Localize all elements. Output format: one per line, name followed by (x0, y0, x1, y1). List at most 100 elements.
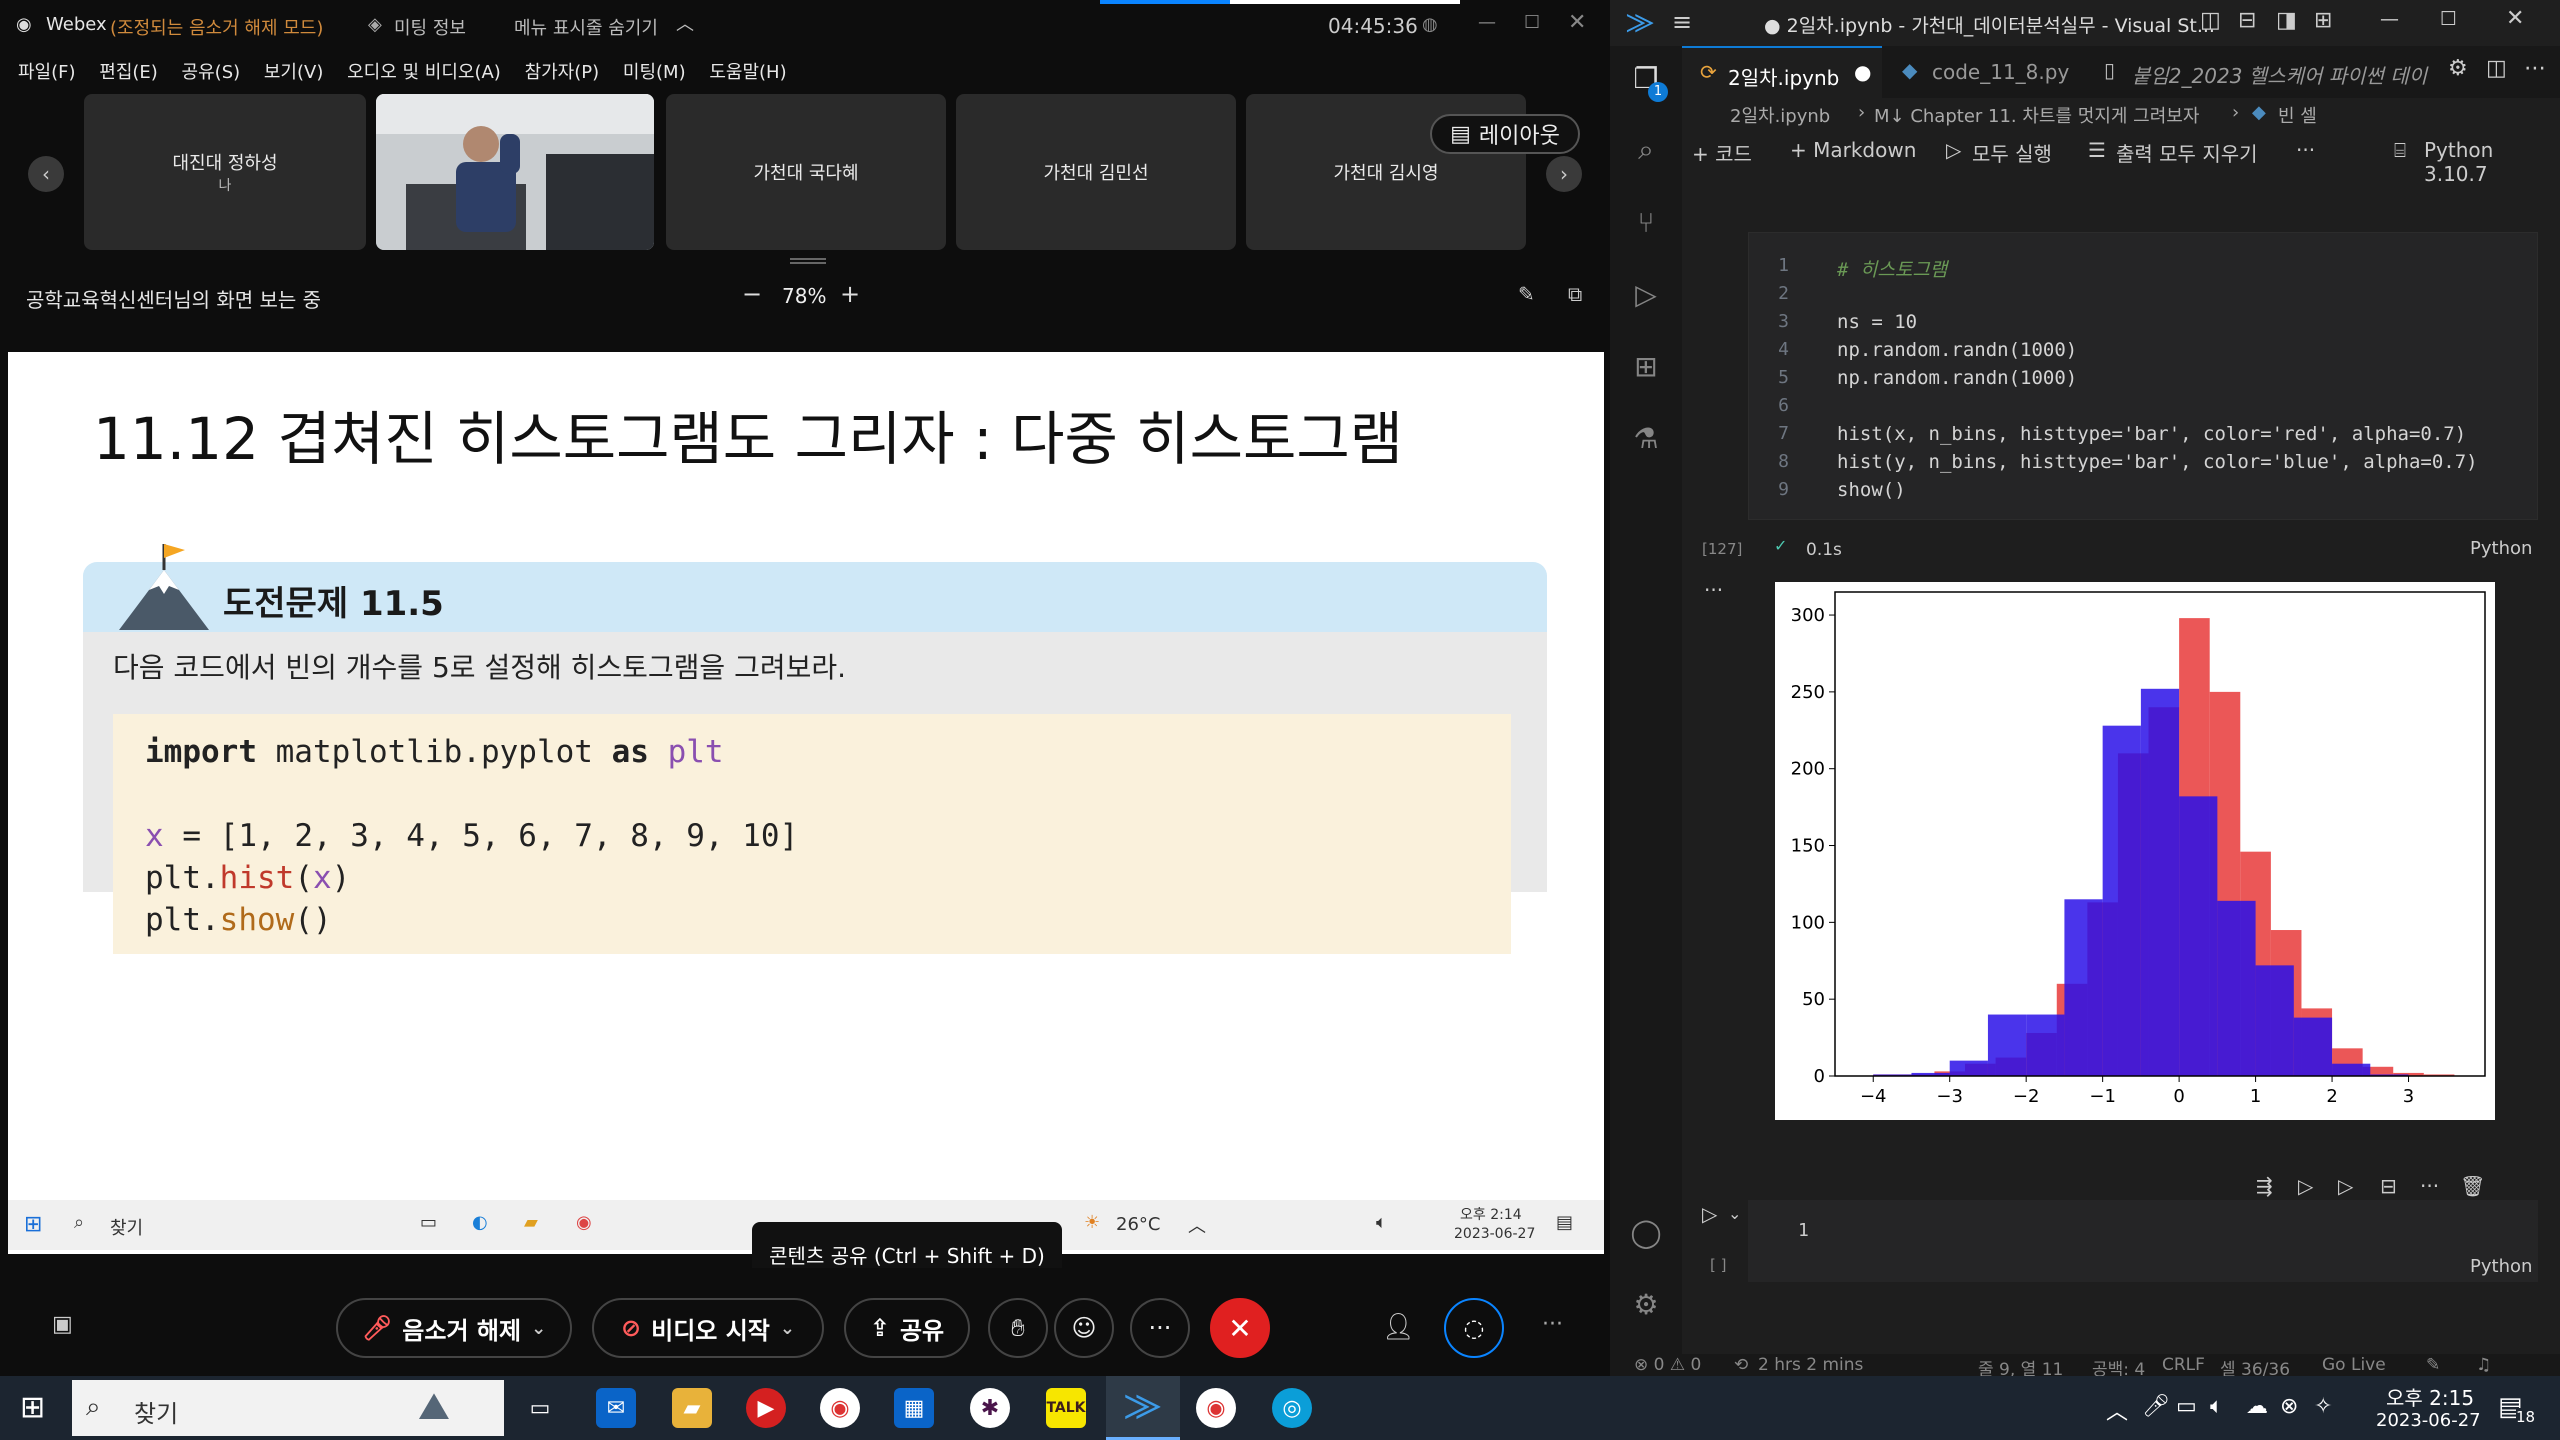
accounts-icon[interactable]: ◯ (1628, 1214, 1664, 1250)
chevron-up-icon[interactable]: ︿ (2106, 1394, 2128, 1426)
feedback-icon[interactable]: ✎ (2426, 1355, 2440, 1375)
more-toolbar-button[interactable]: ··· (2296, 138, 2315, 162)
execute-above-icon[interactable]: ▷ (2298, 1174, 2313, 1198)
webex-icon[interactable]: ◎ (1272, 1388, 1312, 1428)
taskbar-search[interactable]: ⌕ 찾기 ⛰ (72, 1380, 504, 1436)
chevron-up-icon[interactable]: ︿ (676, 10, 694, 36)
windows-start-icon[interactable]: ⊞ (20, 1390, 45, 1425)
end-call-icon[interactable]: ✕ (1210, 1298, 1270, 1358)
testing-icon[interactable]: ⚗ (1628, 420, 1664, 456)
menu-meeting[interactable]: 미팅(M) (623, 54, 686, 92)
mail-icon[interactable]: ✉ (596, 1388, 636, 1428)
maximize-icon[interactable]: ☐ (1524, 12, 1540, 33)
breadcrumb-section[interactable]: M↓ Chapter 11. 차트를 멋지게 그려보자 (1874, 102, 2199, 128)
session-time[interactable]: 2 hrs 2 mins (1758, 1355, 1863, 1375)
file-explorer-icon[interactable]: ▰ (672, 1388, 712, 1428)
layout-button[interactable]: ▤ 레이아웃 (1430, 114, 1580, 154)
shield-icon[interactable]: ◈ (368, 14, 382, 35)
popout-icon[interactable]: ⧉ (1568, 282, 1582, 306)
problems-status[interactable]: ⊗ 0 ⚠ 0 (1634, 1355, 1701, 1375)
chrome-alt-icon[interactable]: ◉ (1196, 1388, 1236, 1428)
chevron-left-icon[interactable]: ‹ (28, 156, 64, 192)
chevron-down-icon[interactable]: ⌄ (1728, 1204, 1741, 1223)
menu-share[interactable]: 공유(S) (182, 54, 241, 92)
cell-more-icon[interactable]: ··· (2420, 1174, 2439, 1198)
close-icon[interactable]: ✕ (1568, 10, 1586, 35)
layout-icon[interactable]: ⊞ (2314, 8, 2332, 33)
start-video-button[interactable]: ⊘ 비디오 시작 ⌄ (592, 1298, 824, 1358)
kernel-picker[interactable]: Python 3.10.7 (2424, 138, 2560, 186)
more-options-icon[interactable]: ··· (1130, 1298, 1190, 1358)
clear-outputs-icon[interactable]: ☰ (2088, 138, 2106, 162)
cloud-icon[interactable]: ☁ (2246, 1394, 2268, 1419)
split-cell-icon[interactable]: ⊟ (2380, 1174, 2397, 1198)
maximize-icon[interactable]: ☐ (2440, 8, 2457, 30)
battery-icon[interactable]: ▭ (2176, 1394, 2197, 1419)
resize-handle[interactable] (790, 258, 826, 264)
share-button[interactable]: ⇪ 공유 (844, 1298, 970, 1358)
output-more-icon[interactable]: ··· (1704, 578, 1723, 602)
unmute-button[interactable]: 🎤︎ 음소거 해제 ⌄ (336, 1298, 572, 1358)
tab-code-file[interactable]: code_11_8.py (1932, 60, 2069, 84)
chevron-right-icon[interactable]: › (1546, 156, 1582, 192)
breadcrumb-file[interactable]: 2일차.ipynb (1730, 102, 1830, 128)
minimize-icon[interactable]: — (1478, 12, 1496, 33)
breadcrumb-cell[interactable]: 빈 셀 (2278, 102, 2317, 128)
block-icon[interactable]: ⊗ (2280, 1394, 2298, 1419)
run-all-button[interactable]: 모두 실행 (1972, 138, 2052, 167)
chevron-down-icon[interactable]: ⌄ (780, 1318, 795, 1339)
toggle-panel-icon[interactable]: ⊟ (2238, 8, 2256, 33)
tab-notebook[interactable]: ⟳ 2일차.ipynb ● (1682, 46, 1882, 98)
network-icon[interactable]: ✧ (2314, 1394, 2332, 1419)
go-live-button[interactable]: Go Live (2322, 1355, 2386, 1375)
tab-document[interactable]: 붙임2_2023 헬스케어 파이썬 데이 (2132, 60, 2427, 89)
run-by-line-icon[interactable]: ⇶ (2256, 1174, 2273, 1198)
cell-language[interactable]: Python (2470, 1256, 2532, 1277)
add-code-button[interactable]: + 코드 (1692, 138, 1752, 167)
zoom-out-button[interactable]: − (742, 280, 762, 308)
more-actions-icon[interactable]: ⋯ (2524, 56, 2546, 81)
bell-icon[interactable]: ♫ (2476, 1355, 2491, 1375)
recorder-icon[interactable]: ▶ (746, 1388, 786, 1428)
chrome-icon[interactable]: ◉ (820, 1388, 860, 1428)
code-cell[interactable]: 1 2 3 4 5 6 7 8 9 # 히스토그램 ns = 10 np.ran… (1748, 232, 2538, 520)
participant-tile[interactable]: 가천대 김민선 (956, 94, 1236, 250)
settings-gear-icon[interactable]: ⚙ (2448, 56, 2468, 81)
toggle-sidebar-icon[interactable]: ◫ (2200, 8, 2221, 33)
captions-icon[interactable]: ▣ (52, 1312, 73, 1337)
menu-audio-video[interactable]: 오디오 및 비디오(A) (347, 54, 501, 92)
hamburger-icon[interactable]: ≡ (1672, 8, 1692, 36)
source-control-icon[interactable]: ⑂ (1628, 204, 1664, 240)
participant-tile[interactable]: 가천대 국다혜 (666, 94, 946, 250)
kakaotalk-icon[interactable]: TALK (1046, 1388, 1086, 1428)
extensions-icon[interactable]: ⊞ (1628, 348, 1664, 384)
minimize-icon[interactable]: — (2380, 8, 2399, 30)
execute-below-icon[interactable]: ▷ (2338, 1174, 2353, 1198)
menu-participants[interactable]: 참가자(P) (525, 54, 600, 92)
participant-tile[interactable]: 대진대 정하성 나 (84, 94, 366, 250)
split-editor-icon[interactable]: ◫ (2486, 56, 2507, 81)
reactions-icon[interactable]: ☺ (1054, 1298, 1114, 1358)
add-markdown-button[interactable]: + Markdown (1790, 138, 1916, 162)
chat-icon[interactable]: ◌ (1444, 1298, 1504, 1358)
run-debug-icon[interactable]: ▷ (1628, 276, 1664, 312)
menu-file[interactable]: 파일(F) (18, 54, 76, 92)
close-icon[interactable]: ✕ (2506, 6, 2524, 31)
menu-edit[interactable]: 편집(E) (99, 54, 158, 92)
more-icon[interactable]: ··· (1542, 1312, 1563, 1337)
toggle-secondary-icon[interactable]: ◨ (2276, 8, 2297, 33)
calendar-icon[interactable]: ▦ (894, 1388, 934, 1428)
empty-code-cell[interactable]: 1 (1748, 1200, 2538, 1282)
volume-icon[interactable]: 🔈︎ (2210, 1394, 2223, 1419)
taskbar-time[interactable]: 오후 2:15 (2386, 1382, 2474, 1411)
meeting-info-button[interactable]: 미팅 정보 (394, 14, 466, 40)
cell-language[interactable]: Python (2470, 538, 2532, 559)
menu-view[interactable]: 보기(V) (264, 54, 323, 92)
task-view-icon[interactable]: ▭ (520, 1388, 560, 1428)
chevron-down-icon[interactable]: ⌄ (531, 1318, 546, 1339)
clear-outputs-button[interactable]: 출력 모두 지우기 (2116, 138, 2258, 167)
slack-icon[interactable]: ✱ (970, 1388, 1010, 1428)
hide-menu-button[interactable]: 메뉴 표시줄 숨기기 (514, 14, 658, 40)
taskbar-date[interactable]: 2023-06-27 (2376, 1410, 2481, 1431)
mic-icon[interactable]: 🎤︎ (2142, 1394, 2170, 1419)
